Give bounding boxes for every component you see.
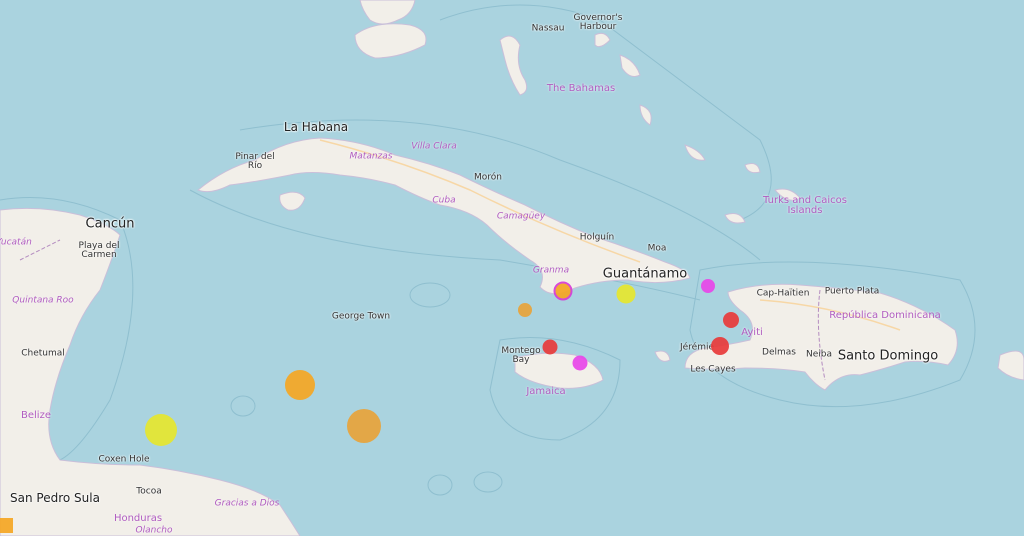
marker-cayman-south[interactable] (347, 409, 381, 443)
marker-montego-bay[interactable] (542, 339, 558, 355)
marker-cayman-west[interactable] (285, 370, 315, 400)
basemap (0, 0, 1024, 536)
marker-haiti-north[interactable] (723, 312, 739, 328)
marker-cayman-north[interactable] (518, 303, 532, 317)
map-view[interactable]: Nassau Governor's Harbour The Bahamas La… (0, 0, 1024, 536)
marker-haiti-south[interactable] (711, 337, 729, 355)
marker-corner-square[interactable] (0, 518, 13, 533)
marker-granma[interactable] (553, 281, 573, 301)
marker-jamaica-east[interactable] (572, 355, 588, 371)
marker-honduras-coast[interactable] (145, 414, 177, 446)
marker-guantanamo[interactable] (616, 284, 636, 304)
marker-windward-passage[interactable] (701, 279, 715, 293)
